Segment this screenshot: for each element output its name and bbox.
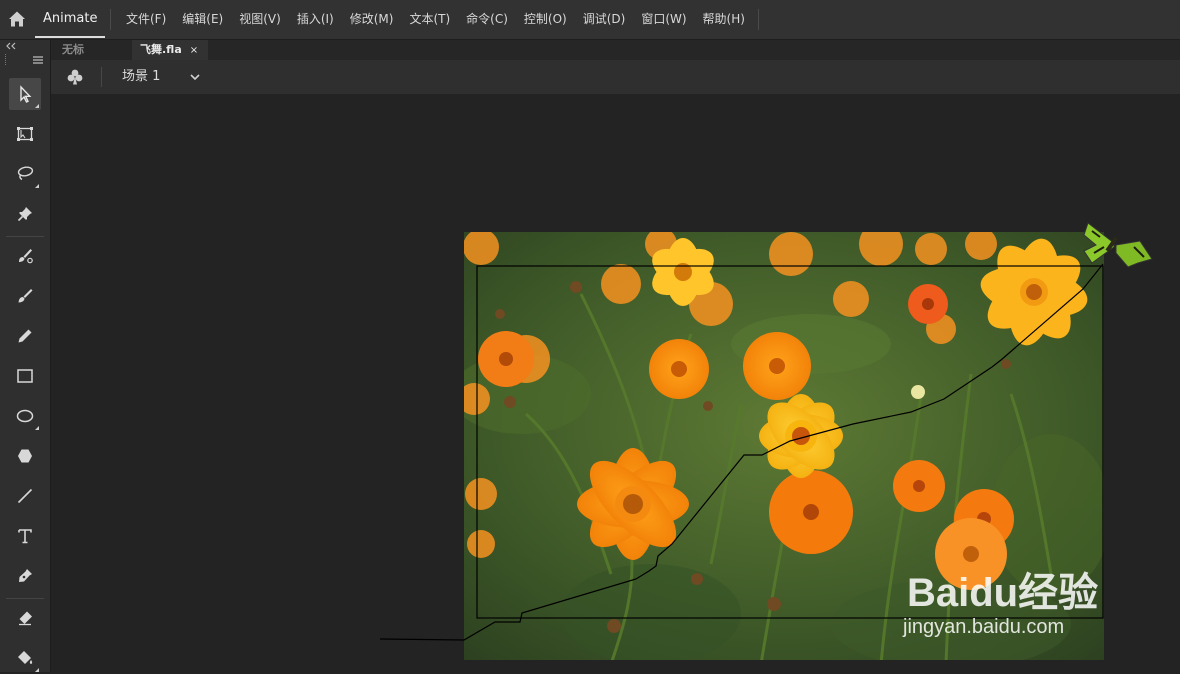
arrow-cursor-icon	[20, 85, 32, 103]
oval-tool[interactable]	[9, 400, 41, 432]
menu-debug[interactable]: 调试(D)	[575, 0, 634, 39]
menu-modify[interactable]: 修改(M)	[342, 0, 402, 39]
lasso-tool[interactable]	[9, 158, 41, 190]
free-transform-icon	[17, 127, 33, 141]
text-tool[interactable]	[9, 520, 41, 552]
menu-text[interactable]: 文本(T)	[401, 0, 458, 39]
tab-untitled-1[interactable]: 无标题-1×	[54, 40, 131, 76]
clubs-icon[interactable]	[65, 67, 85, 87]
scene-name: 场景 1	[122, 69, 161, 84]
tab-label: 飞舞.fla	[140, 43, 182, 56]
rectangle-tool[interactable]	[9, 360, 41, 392]
menu-window[interactable]: 窗口(W)	[633, 0, 694, 39]
rectangle-icon	[17, 369, 33, 383]
brush-tool[interactable]	[9, 280, 41, 312]
close-icon[interactable]: ×	[190, 45, 198, 56]
tool-divider	[6, 598, 44, 599]
pin-icon	[17, 207, 32, 222]
fluid-brush-tool[interactable]	[9, 240, 41, 272]
menu-edit[interactable]: 编辑(E)	[174, 0, 231, 39]
menu-file[interactable]: 文件(F)	[118, 0, 174, 39]
menu-help[interactable]: 帮助(H)	[695, 0, 753, 39]
home-icon	[9, 11, 25, 27]
paint-bucket-icon	[18, 651, 33, 664]
tools-panel-header[interactable]	[0, 40, 50, 68]
stage-canvas[interactable]: Baidu经验 jingyan.baidu.com	[51, 94, 1180, 672]
panel-menu-icon[interactable]	[32, 55, 44, 65]
pen-tool[interactable]	[9, 560, 41, 592]
line-tool[interactable]	[9, 480, 41, 512]
free-transform-tool[interactable]	[9, 118, 41, 150]
baidu-watermark: Baidu经验 jingyan.baidu.com	[903, 560, 1143, 650]
tool-divider	[6, 236, 44, 237]
fluid-brush-icon	[19, 249, 33, 264]
hexagon-icon	[18, 449, 32, 463]
line-icon	[17, 488, 33, 504]
pencil-icon	[18, 329, 32, 343]
oval-icon	[16, 409, 34, 423]
pen-nib-icon	[19, 569, 32, 582]
tab-feiwu-fla[interactable]: 飞舞.fla ×	[132, 40, 208, 60]
scene-divider	[101, 67, 102, 87]
eraser-icon	[19, 611, 32, 626]
menu-view[interactable]: 视图(V)	[231, 0, 289, 39]
watermark-url: jingyan.baidu.com	[903, 616, 1065, 638]
pencil-tool[interactable]	[9, 320, 41, 352]
polystar-tool[interactable]	[9, 440, 41, 472]
selection-tool[interactable]	[9, 78, 41, 110]
menu-divider	[110, 9, 111, 30]
baidu-wordmark-text: Baidu经验	[907, 571, 1098, 615]
paintbrush-icon	[18, 289, 33, 303]
collapse-arrows-icon[interactable]	[5, 42, 17, 50]
paint-bucket-tool[interactable]	[9, 642, 41, 674]
document-tabs: 无标题-1× 飞舞.fla ×	[51, 40, 1180, 76]
home-button[interactable]	[6, 8, 28, 30]
pin-tool[interactable]	[9, 198, 41, 230]
scene-bar: 场景 1	[51, 60, 1180, 94]
baidu-paw-logo: Baidu经验	[907, 571, 1098, 615]
menu-control[interactable]: 控制(O)	[516, 0, 575, 39]
gripper[interactable]	[5, 54, 8, 65]
app-name[interactable]: Animate	[35, 0, 106, 38]
menu-commands[interactable]: 命令(C)	[458, 0, 516, 39]
chevron-down-icon[interactable]	[188, 70, 202, 84]
text-t-icon	[18, 529, 32, 544]
menu-insert[interactable]: 插入(I)	[289, 0, 342, 39]
menu-bar: Animate 文件(F) 编辑(E) 视图(V) 插入(I) 修改(M) 文本…	[0, 0, 1180, 40]
menu-divider	[758, 9, 759, 30]
tools-panel	[0, 40, 51, 672]
menu-list: 文件(F) 编辑(E) 视图(V) 插入(I) 修改(M) 文本(T) 命令(C…	[118, 0, 753, 39]
lasso-icon	[17, 166, 34, 181]
eraser-tool[interactable]	[9, 602, 41, 634]
